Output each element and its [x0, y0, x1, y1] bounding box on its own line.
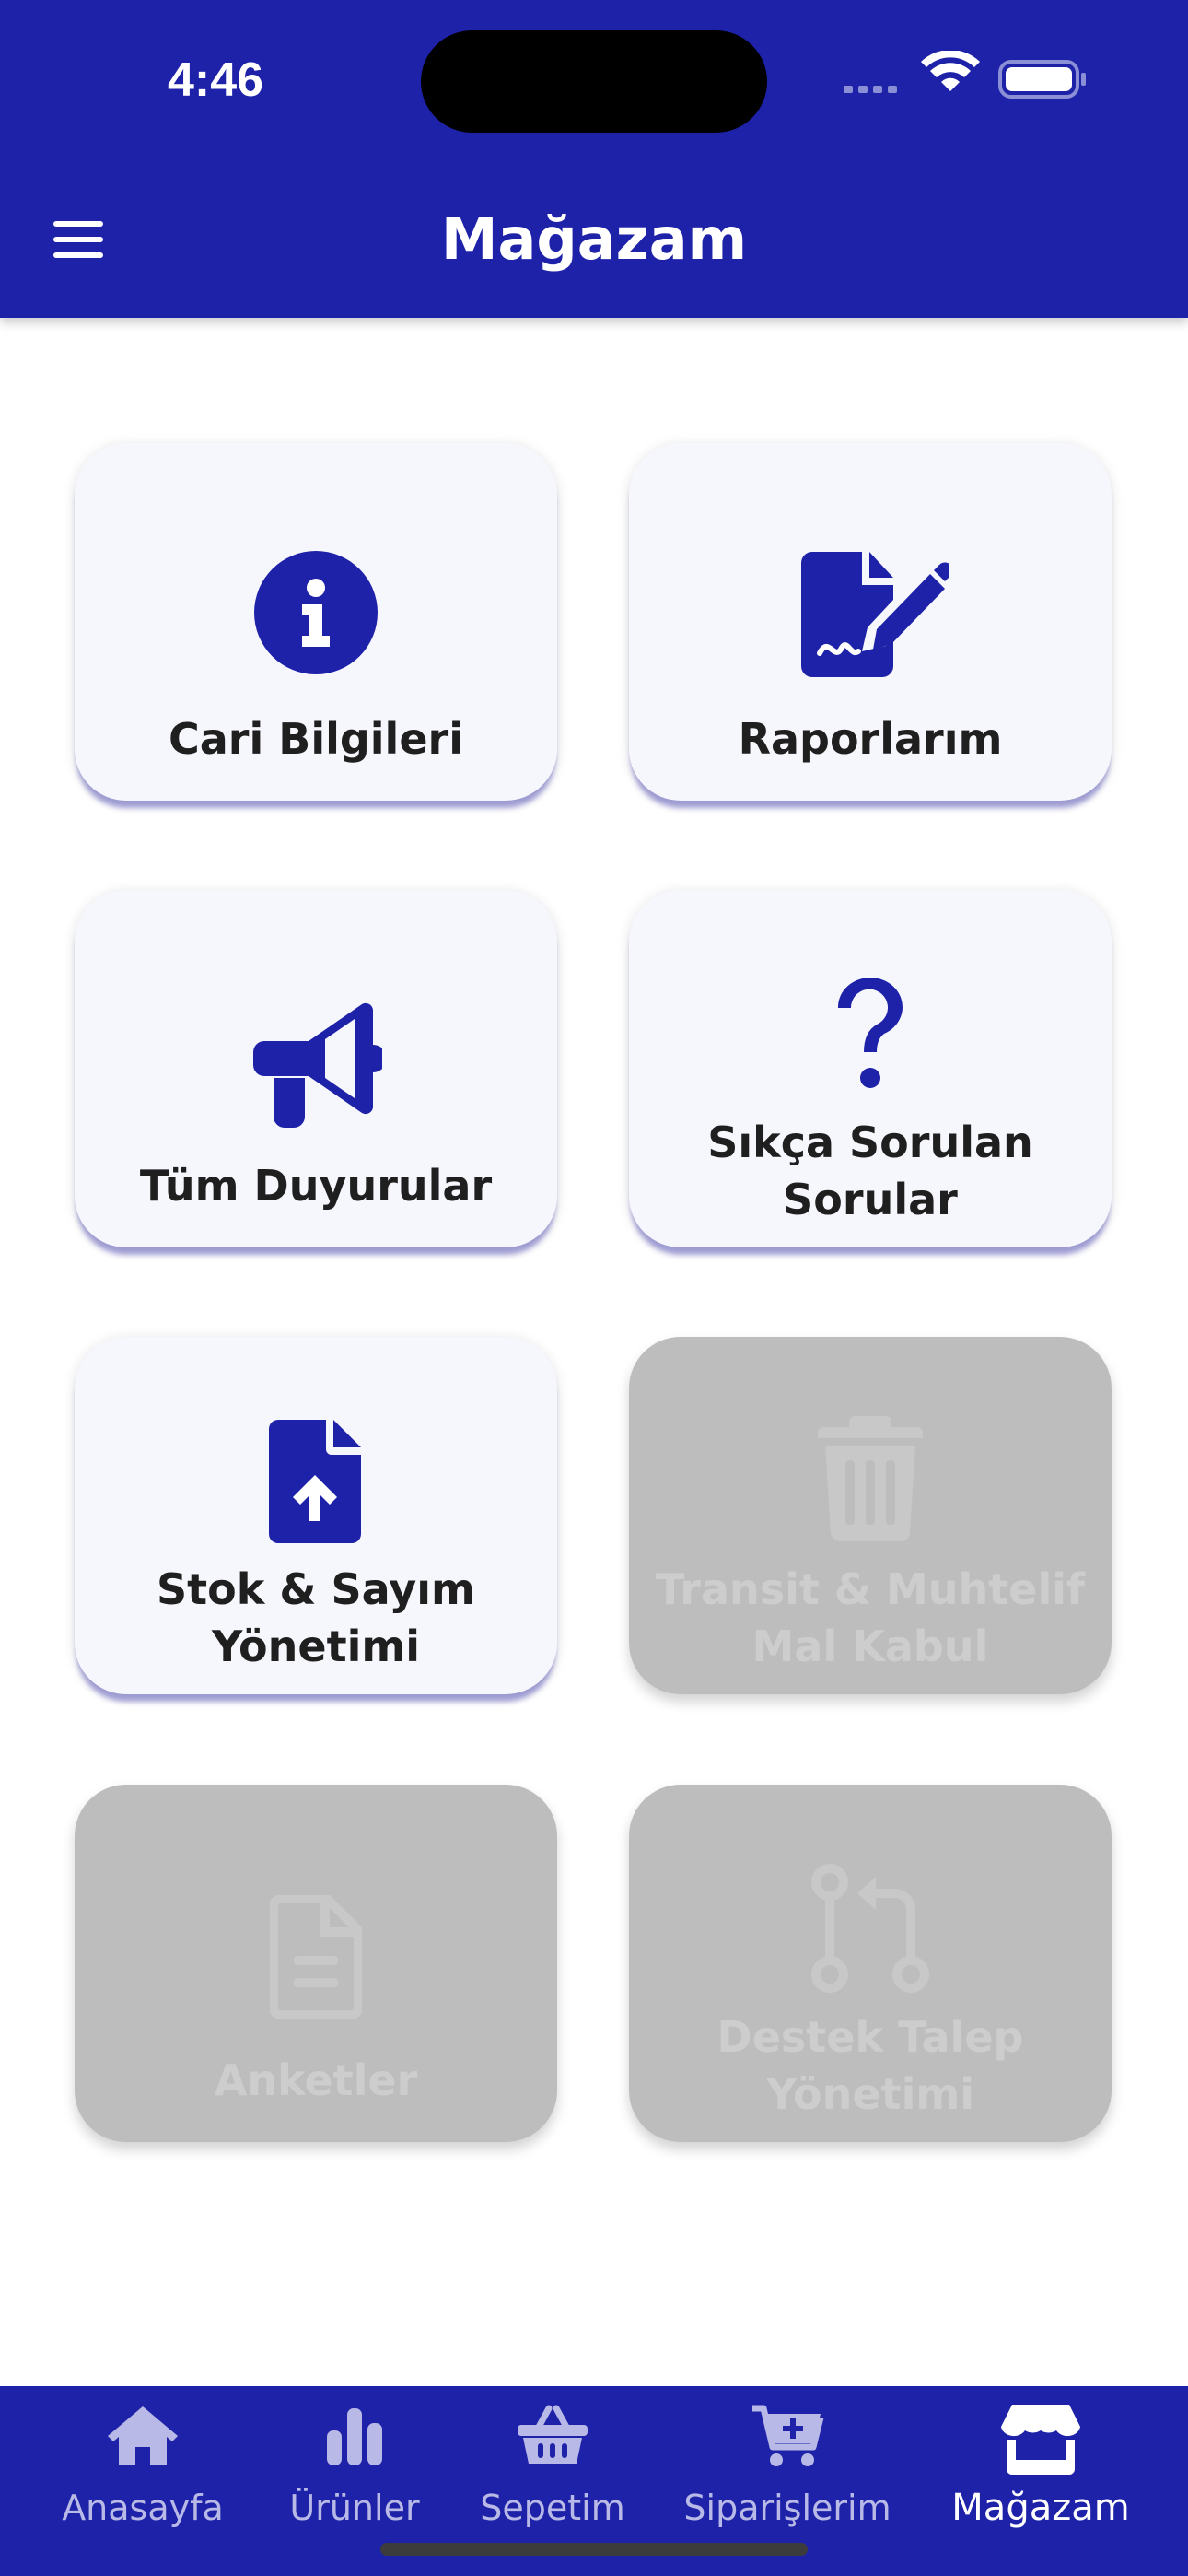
tile-sikca-sorulan-sorular[interactable]: Sıkça Sorulan Sorular	[629, 890, 1112, 1247]
tile-label: Stok & Sayım	[157, 1564, 475, 1614]
tile-destek-talep-yonetimi: Destek Talep Yönetimi	[629, 1785, 1112, 2142]
battery-icon	[998, 60, 1086, 99]
tab-label: Anasayfa	[62, 2488, 224, 2528]
code-pull-request-icon	[811, 1864, 929, 1993]
document-icon	[270, 1895, 362, 2019]
tile-label: Tüm Duyurular	[139, 1161, 493, 1211]
file-upload-icon	[269, 1420, 361, 1543]
tab-label: Siparişlerim	[683, 2488, 891, 2528]
tile-label: Mal Kabul	[751, 1622, 989, 1671]
basket-icon	[518, 2405, 588, 2464]
wifi-icon	[921, 51, 980, 91]
app-header: 4:46 Mağazam	[0, 0, 1188, 318]
tile-cari-bilgileri[interactable]: Cari Bilgileri	[75, 443, 557, 801]
tile-label: Yönetimi	[765, 2069, 975, 2119]
info-circle-icon	[254, 551, 378, 674]
tab-anasayfa[interactable]: Anasayfa	[37, 2386, 249, 2576]
home-icon	[108, 2406, 178, 2465]
tile-label: Sıkça Sorulan	[707, 1118, 1033, 1167]
tab-label: Mağazam	[951, 2487, 1130, 2529]
question-mark-icon	[837, 978, 903, 1088]
tile-label: Destek Talep	[716, 2012, 1024, 2062]
status-time: 4:46	[168, 53, 264, 107]
tab-label: Ürünler	[289, 2488, 420, 2528]
tile-label: Sorular	[783, 1175, 958, 1224]
tile-label: Transit & Muhtelif	[655, 1564, 1086, 1614]
bar-chart-icon	[327, 2408, 382, 2465]
dynamic-island	[421, 30, 767, 133]
tile-label: Yönetimi	[211, 1622, 421, 1671]
tile-label: Anketler	[214, 2055, 418, 2105]
tile-label: Raporlarım	[738, 714, 1003, 764]
tile-anketler: Anketler	[75, 1785, 557, 2142]
tile-transit-muhtelif-mal-kabul: Transit & Muhtelif Mal Kabul	[629, 1337, 1112, 1694]
tile-stok-sayim-yonetimi[interactable]: Stok & Sayım Yönetimi	[75, 1337, 557, 1694]
tile-label: Cari Bilgileri	[169, 714, 463, 764]
file-signature-icon	[801, 552, 949, 677]
tab-magazam[interactable]: Mağazam	[930, 2386, 1151, 2576]
home-indicator	[380, 2543, 808, 2556]
trash-icon	[818, 1416, 923, 1541]
megaphone-icon	[253, 1002, 382, 1128]
store-icon	[1001, 2405, 1080, 2475]
page-title: Mağazam	[440, 205, 748, 273]
tile-raporlarim[interactable]: Raporlarım	[629, 443, 1112, 801]
tile-tum-duyurular[interactable]: Tüm Duyurular	[75, 890, 557, 1247]
signal-icon	[844, 86, 897, 93]
tab-label: Sepetim	[480, 2488, 625, 2528]
status-icons	[844, 51, 1086, 99]
cart-plus-icon	[752, 2405, 824, 2466]
